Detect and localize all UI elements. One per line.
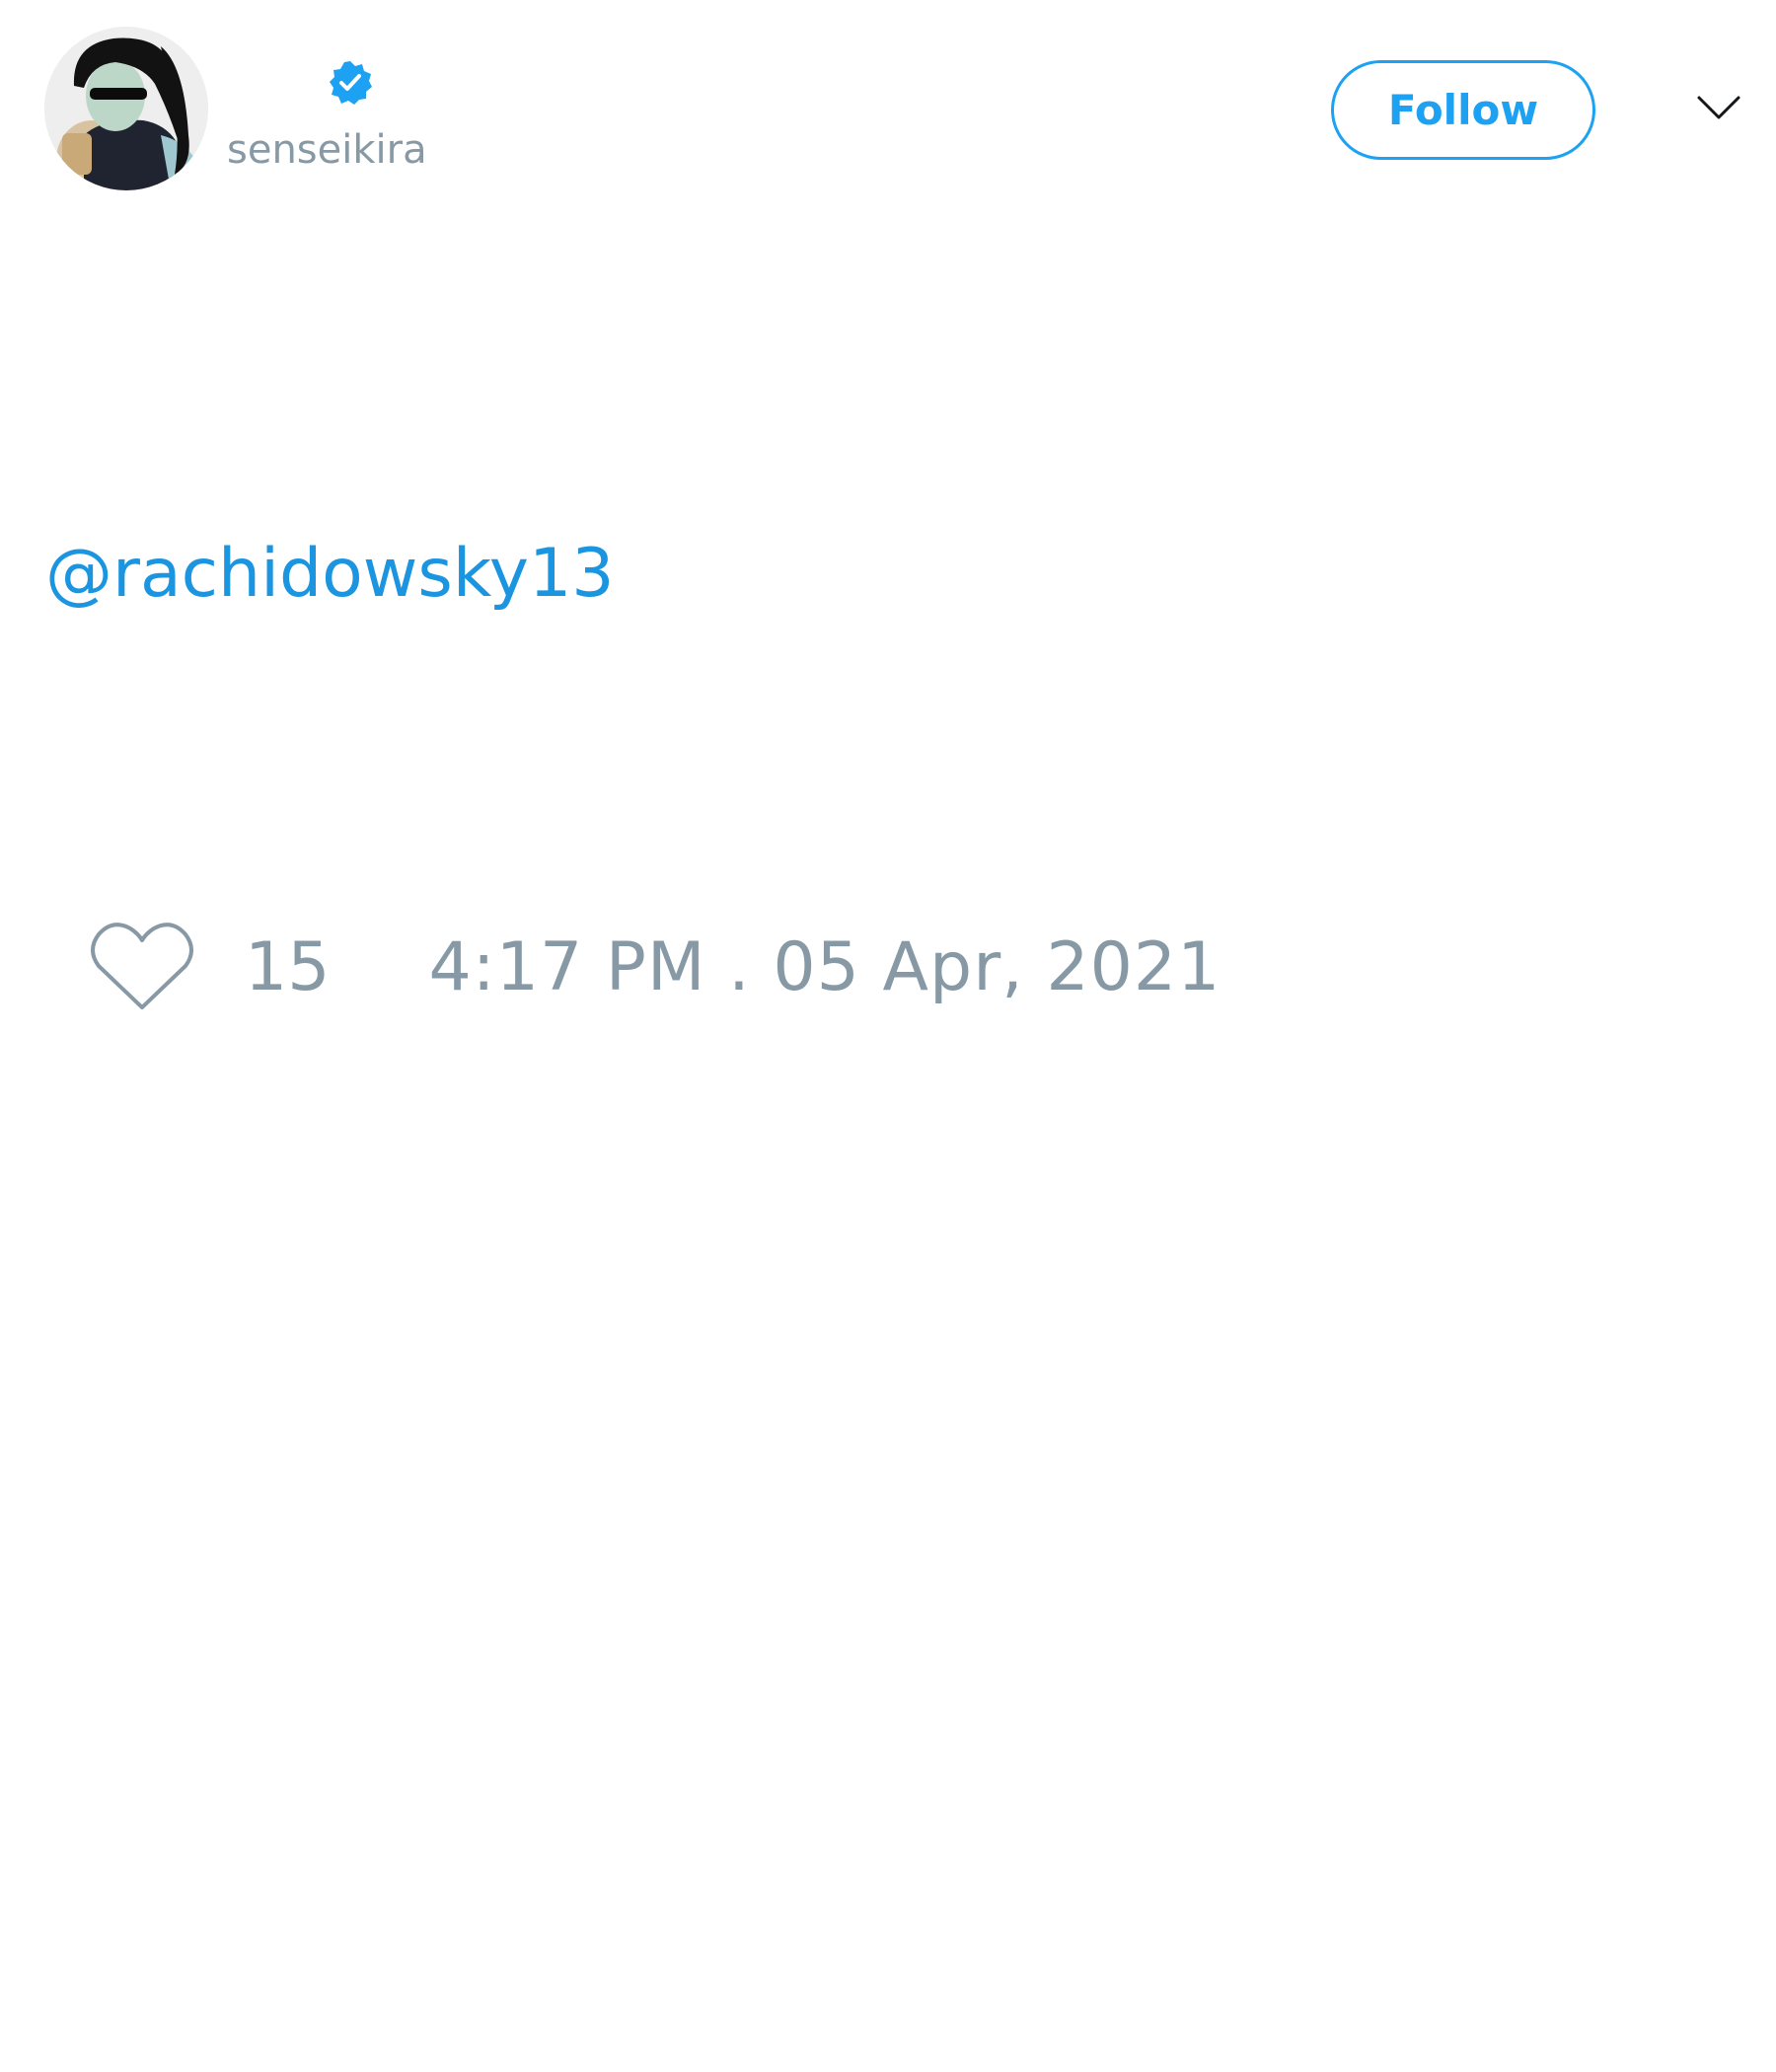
mention-link[interactable]: @rachidowsky13 [45,535,615,613]
verified-badge-icon [330,61,372,105]
like-count: 15 [245,927,331,1006]
follow-button[interactable]: Follow [1331,60,1595,160]
timestamp[interactable]: 4:17 PM . 05 Apr, 2021 [429,928,1221,1006]
heart-outline-icon[interactable] [89,921,195,1013]
tweet-card: senseikira Follow @rachidowsky13 15 4:17… [0,0,1776,2072]
avatar-photo [44,27,208,190]
tweet-actions: 15 4:17 PM . 05 Apr, 2021 [89,918,1221,1016]
chevron-down-icon[interactable] [1695,92,1742,123]
avatar[interactable] [44,27,208,190]
tweet-text: @rachidowsky13 [45,533,615,616]
username[interactable]: senseikira [227,126,427,174]
